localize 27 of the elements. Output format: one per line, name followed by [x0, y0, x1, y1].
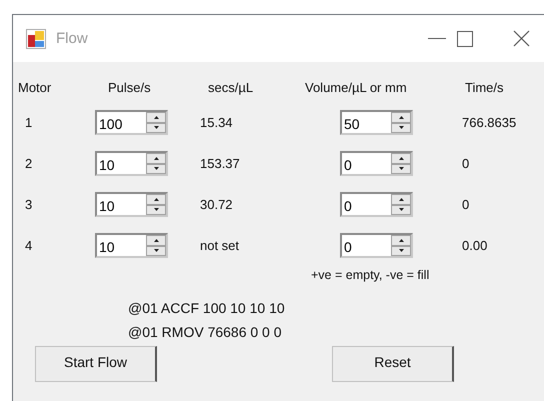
time-value: 0.00: [462, 238, 488, 253]
column-header: Pulse/s: [108, 80, 152, 94]
secs-per-ul-value: not set: [200, 238, 240, 253]
column-header: secs/µL: [208, 80, 254, 94]
minimize-icon: [428, 38, 446, 40]
motor-number: 4: [24, 238, 34, 253]
close-icon: [512, 30, 530, 47]
volume-note: +ve = empty, -ve = fill: [311, 268, 430, 282]
maximize-icon: [457, 30, 473, 46]
column-header: Time/s: [465, 80, 505, 94]
secs-per-ul-value: 15.34: [200, 115, 234, 130]
reset-button[interactable]: Reset: [332, 346, 454, 382]
command-text: @01 RMOV 76686 0 0 0: [128, 324, 283, 340]
secs-per-ul-value: 153.37: [200, 156, 241, 171]
motor-number: 2: [24, 156, 34, 171]
column-header: Motor: [18, 80, 52, 94]
start-flow-button[interactable]: Start Flow: [35, 346, 157, 382]
time-value: 0: [462, 197, 470, 212]
motor-number: 1: [24, 115, 34, 130]
motor-number: 3: [24, 197, 34, 212]
window-title: Flow: [56, 30, 89, 47]
time-value: 0: [462, 156, 470, 171]
secs-per-ul-value: 30.72: [200, 197, 234, 212]
app-icon: [26, 28, 46, 48]
time-value: 766.8635: [462, 115, 518, 130]
command-text: @01 ACCF 100 10 10 10: [128, 300, 286, 316]
column-header: Volume/µL or mm: [305, 80, 408, 94]
